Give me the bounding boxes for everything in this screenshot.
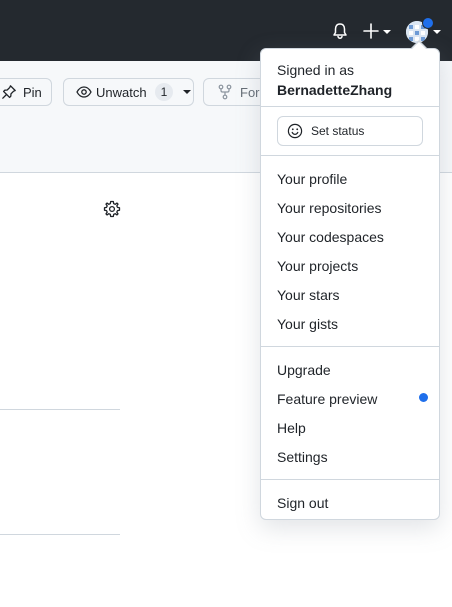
signed-in-header: Signed in as BernadetteZhang <box>277 60 392 100</box>
create-new-dropdown[interactable] <box>362 20 394 42</box>
menu-item-your-projects[interactable]: Your projects <box>277 256 358 276</box>
signed-in-label: Signed in as <box>277 62 355 78</box>
avatar-status-dot <box>422 17 434 29</box>
menu-item-your-profile[interactable]: Your profile <box>277 169 347 189</box>
menu-divider <box>261 155 439 156</box>
smiley-icon <box>287 123 303 139</box>
feature-preview-new-dot <box>419 393 428 402</box>
pin-label: Pin <box>23 84 42 100</box>
unwatch-label: Unwatch <box>96 84 147 100</box>
set-status-button[interactable]: Set status <box>277 116 423 146</box>
menu-divider <box>261 106 439 107</box>
eye-icon <box>76 84 92 100</box>
set-status-label: Set status <box>311 124 365 138</box>
menu-item-feature-preview[interactable]: Feature preview <box>277 389 377 409</box>
menu-item-your-stars[interactable]: Your stars <box>277 285 340 305</box>
section-divider <box>0 409 120 410</box>
fork-icon <box>218 84 232 100</box>
menu-item-your-gists[interactable]: Your gists <box>277 314 338 334</box>
menu-item-help[interactable]: Help <box>277 418 306 438</box>
watch-count-badge: 1 <box>154 83 174 101</box>
menu-divider <box>261 346 439 347</box>
bell-icon[interactable] <box>330 21 350 41</box>
user-dropdown-menu: Signed in as BernadetteZhang Set status … <box>260 40 440 520</box>
pin-button[interactable]: Pin <box>0 78 52 106</box>
chevron-down-icon <box>433 30 441 34</box>
section-divider <box>0 534 120 535</box>
menu-item-your-repositories[interactable]: Your repositories <box>277 198 382 218</box>
menu-item-upgrade[interactable]: Upgrade <box>277 360 331 380</box>
menu-divider <box>261 479 439 480</box>
username: BernadetteZhang <box>277 82 393 98</box>
unwatch-button[interactable]: Unwatch 1 <box>63 78 194 106</box>
menu-item-your-codespaces[interactable]: Your codespaces <box>277 227 384 247</box>
chevron-down-icon <box>183 90 192 94</box>
menu-item-sign-out[interactable]: Sign out <box>277 493 328 513</box>
gear-icon[interactable] <box>103 200 121 218</box>
menu-item-settings[interactable]: Settings <box>277 447 328 467</box>
pin-icon <box>1 84 17 100</box>
